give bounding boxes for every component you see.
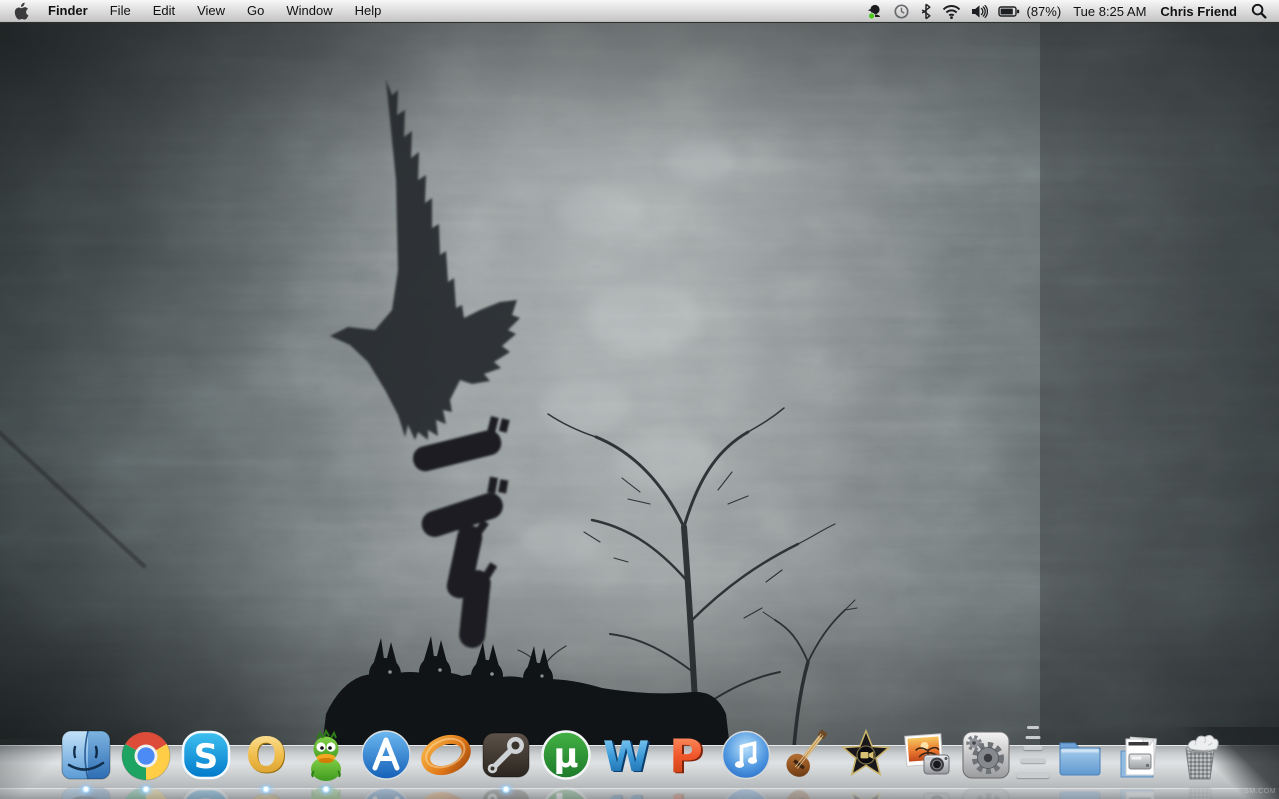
menu-go[interactable]: Go xyxy=(236,0,275,22)
dock-item-chrome[interactable] xyxy=(118,727,174,799)
adium-icon xyxy=(298,727,354,783)
bluetooth-icon[interactable] xyxy=(920,3,932,20)
dock-item-outlook[interactable]: OOOO xyxy=(238,727,294,799)
running-indicator xyxy=(321,786,331,793)
menu-help[interactable]: Help xyxy=(344,0,393,22)
dock-item-imovie[interactable] xyxy=(838,727,894,799)
apple-icon xyxy=(14,2,29,20)
running-indicator xyxy=(81,786,91,793)
chrome-icon xyxy=(118,727,174,783)
outlook-icon: OO xyxy=(238,727,294,783)
time-machine-icon[interactable] xyxy=(893,3,910,20)
dock-item-skype[interactable]: SS xyxy=(178,727,234,799)
iphoto-icon xyxy=(898,727,954,783)
running-indicator xyxy=(141,786,151,793)
dock-item-system-preferences[interactable] xyxy=(958,727,1014,799)
dock-item-app-store[interactable] xyxy=(358,727,414,799)
desktop-screen: Finder File Edit View Go Window Help (87… xyxy=(0,0,1279,799)
menu-bar-status-area: (87%) Tue 8:25 AM Chris Friend xyxy=(866,3,1279,20)
garageband-icon xyxy=(778,727,834,783)
dock-item-iphoto[interactable] xyxy=(898,727,954,799)
menu-bar: Finder File Edit View Go Window Help (87… xyxy=(0,0,1279,23)
word-icon: WW xyxy=(598,727,654,783)
steam-icon xyxy=(478,727,534,783)
menu-bar-clock[interactable]: Tue 8:25 AM xyxy=(1073,4,1146,19)
battery-percent[interactable]: (87%) xyxy=(1027,4,1062,19)
documents-folder-icon xyxy=(1052,727,1108,783)
dock-item-itunes[interactable] xyxy=(718,727,774,799)
system-preferences-icon xyxy=(958,727,1014,783)
dock-item-finder[interactable] xyxy=(58,727,114,799)
dock: SSOOOO µµWWWWPPPP xyxy=(0,722,1279,799)
spotlight-search-icon[interactable] xyxy=(1251,3,1267,19)
itunes-icon xyxy=(718,727,774,783)
desktop-wallpaper xyxy=(0,0,1279,799)
svg-text:S: S xyxy=(194,737,219,777)
battery-icon[interactable] xyxy=(997,3,1021,20)
running-indicator xyxy=(261,786,271,793)
dock-item-trash-full[interactable] xyxy=(1172,727,1228,799)
finder-icon xyxy=(58,727,114,783)
running-indicator xyxy=(501,786,511,793)
adium-status-icon[interactable] xyxy=(866,3,883,20)
dock-item-powerpoint[interactable]: PPPP xyxy=(658,727,714,799)
dock-item-word[interactable]: WWWW xyxy=(598,727,654,799)
svg-text:W: W xyxy=(603,732,649,781)
apple-menu[interactable] xyxy=(0,2,37,20)
volume-icon[interactable] xyxy=(971,4,988,19)
menu-view[interactable]: View xyxy=(186,0,236,22)
dock-item-steam[interactable] xyxy=(478,727,534,799)
app-store-icon xyxy=(358,727,414,783)
svg-text:O: O xyxy=(246,728,287,783)
dock-separator xyxy=(1016,721,1050,783)
menu-file[interactable]: File xyxy=(99,0,142,22)
menu-finder[interactable]: Finder xyxy=(37,0,99,22)
utorrent-icon: µ xyxy=(538,727,594,783)
dock-item-garageband[interactable] xyxy=(778,727,834,799)
dock-item-documents-folder[interactable] xyxy=(1052,727,1108,799)
svg-text:µ: µ xyxy=(553,736,578,776)
trash-full-icon xyxy=(1172,727,1228,783)
wallpaper-art xyxy=(0,0,1279,799)
dock-items: SSOOOO µµWWWWPPPP xyxy=(56,721,1230,799)
imovie-icon xyxy=(838,727,894,783)
wallpaper-watermark: SM.COM xyxy=(1244,788,1276,795)
svg-text:P: P xyxy=(669,729,703,783)
powerpoint-icon: PP xyxy=(658,727,714,783)
menu-window[interactable]: Window xyxy=(275,0,343,22)
dock-item-utorrent[interactable]: µµ xyxy=(538,727,594,799)
gameranger-icon xyxy=(418,727,474,783)
dock-item-adium[interactable] xyxy=(298,727,354,799)
downloads-stack-icon xyxy=(1112,727,1168,783)
dock-item-gameranger[interactable] xyxy=(418,727,474,799)
dock-item-downloads-stack[interactable] xyxy=(1112,727,1168,799)
skype-icon: S xyxy=(178,727,234,783)
menu-edit[interactable]: Edit xyxy=(142,0,186,22)
wifi-icon[interactable] xyxy=(942,4,961,19)
user-menu[interactable]: Chris Friend xyxy=(1160,4,1237,19)
